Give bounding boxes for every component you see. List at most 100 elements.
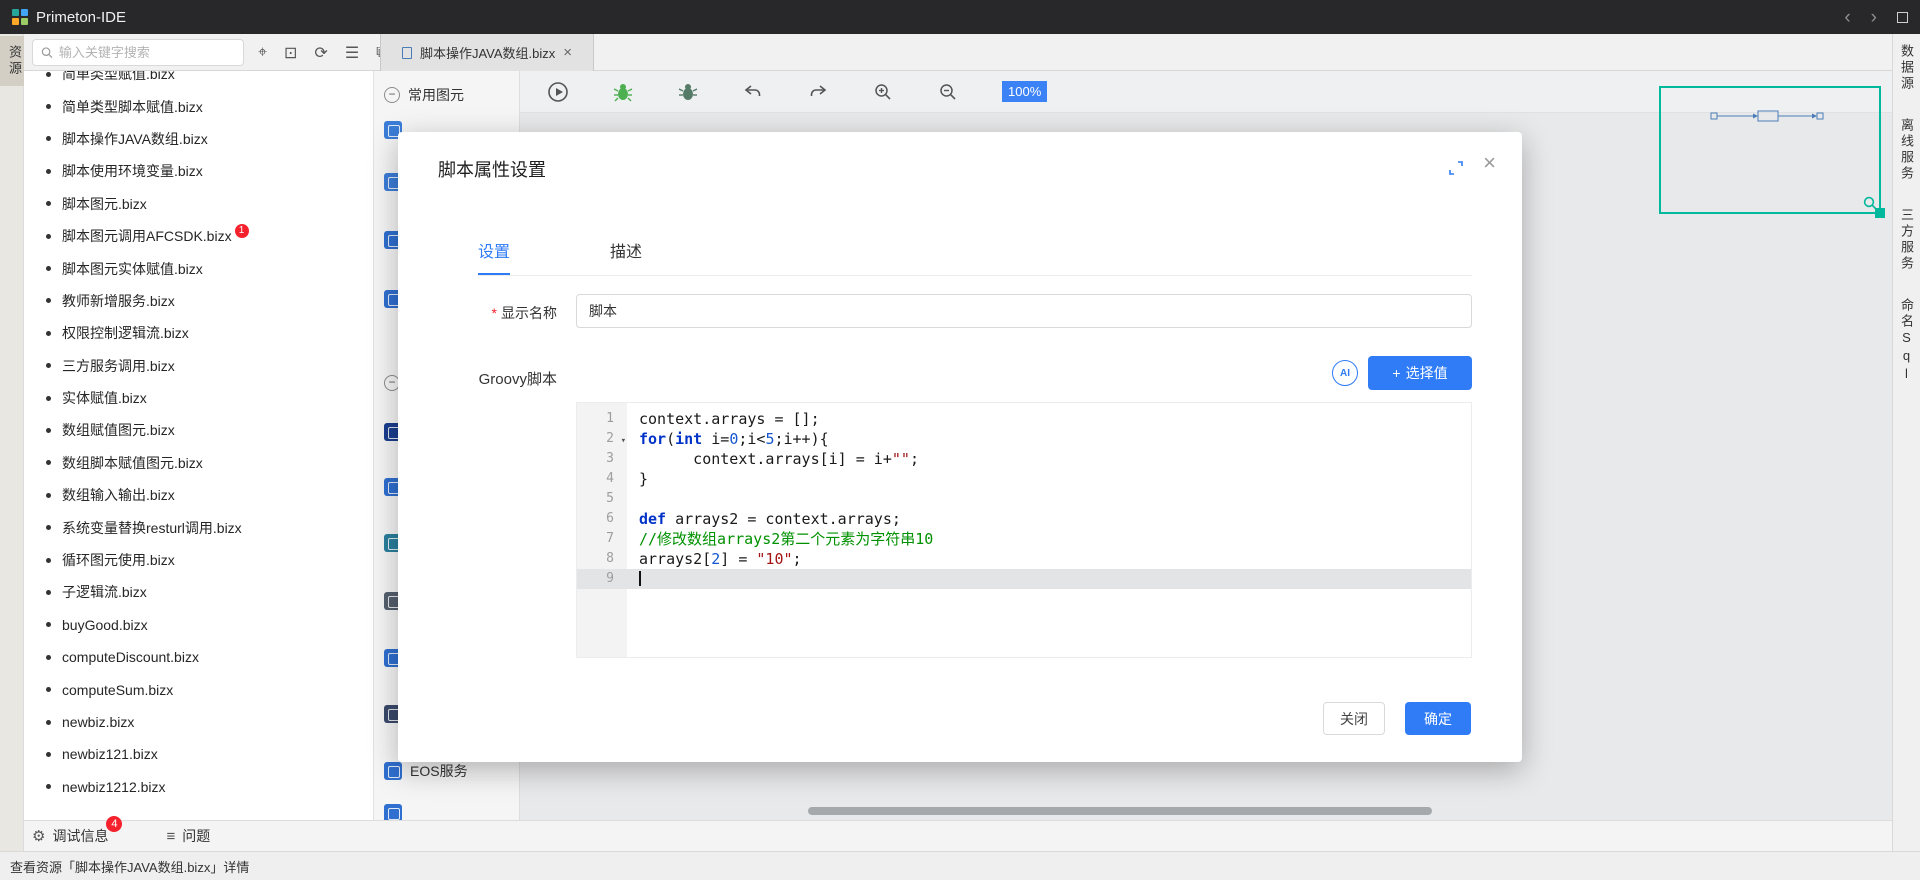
code-line[interactable]: 5 xyxy=(577,489,1471,509)
file-item[interactable]: buyGood.bizx xyxy=(24,609,373,641)
code-line[interactable]: 7 //修改数组arrays2第二个元素为字符串10 xyxy=(577,529,1471,549)
refresh-icon[interactable]: ⟳ xyxy=(314,43,327,63)
file-item[interactable]: 脚本使用环境变量.bizx xyxy=(24,155,373,187)
zoom-level[interactable]: 100% xyxy=(1002,81,1048,102)
titlebar: Primeton-IDE ‹ › xyxy=(0,0,1920,34)
file-item[interactable]: 脚本操作JAVA数组.bizx xyxy=(24,123,373,155)
tab-description[interactable]: 描述 xyxy=(610,238,642,275)
debug-bug-icon[interactable] xyxy=(612,81,634,103)
modal-ok-button[interactable]: 确定 xyxy=(1405,702,1471,735)
bullet-icon xyxy=(46,71,51,77)
file-item[interactable]: newbiz.bizx xyxy=(24,706,373,738)
package-icon[interactable]: ⊡ xyxy=(284,43,297,63)
file-name: 实体赋值.bizx xyxy=(62,390,147,407)
palette-item[interactable] xyxy=(384,801,402,820)
right-rail-item[interactable]: 离线服务 xyxy=(1897,118,1916,182)
nav-back-icon[interactable]: ‹ xyxy=(1844,8,1850,27)
tab-script-java-array[interactable]: 脚本操作JAVA数组.bizx × xyxy=(380,34,594,71)
file-item[interactable]: computeSum.bizx xyxy=(24,673,373,705)
code-line[interactable]: 4} xyxy=(577,469,1471,489)
file-name: newbiz1212.bizx xyxy=(62,778,166,795)
code-line[interactable]: 3 context.arrays[i] = i+""; xyxy=(577,449,1471,469)
file-item[interactable]: 脚本图元调用AFCSDK.bizx 1 xyxy=(24,220,373,252)
file-item[interactable]: 实体赋值.bizx xyxy=(24,382,373,414)
bullet-icon xyxy=(46,751,51,757)
app-logo-icon xyxy=(12,9,28,25)
palette-item[interactable]: EOS服务 xyxy=(384,759,468,783)
file-item[interactable]: 三方服务调用.bizx xyxy=(24,350,373,382)
file-item[interactable]: 数组赋值图元.bizx xyxy=(24,414,373,446)
modal-close-button[interactable]: 关闭 xyxy=(1323,702,1385,735)
search-input[interactable] xyxy=(58,45,235,60)
code-line[interactable]: 8 arrays2[2] = "10"; xyxy=(577,549,1471,569)
tab-issues[interactable]: ≡ 问题 xyxy=(166,826,210,846)
file-item[interactable]: 简单类型赋值.bizx xyxy=(24,71,373,90)
line-number: 3 xyxy=(606,451,614,466)
tab-debug-info[interactable]: ⚙ 调试信息 4 xyxy=(32,816,123,846)
file-list: 简单类型赋值.bizx 简单类型脚本赋值.bizx 脚本操作JAVA数组.bizx 脚… xyxy=(24,71,373,803)
zoom-in-icon[interactable] xyxy=(872,81,894,103)
file-item[interactable]: computeDiscount.bizx xyxy=(24,641,373,673)
bullet-icon xyxy=(46,687,51,693)
fold-icon[interactable]: ▾ xyxy=(621,431,626,451)
zoom-out-icon[interactable] xyxy=(937,81,959,103)
file-item[interactable]: 脚本图元实体赋值.bizx xyxy=(24,252,373,284)
file-name: 脚本图元调用AFCSDK.bizx xyxy=(62,228,232,245)
issues-icon: ≡ xyxy=(166,827,176,845)
bullet-icon xyxy=(46,719,51,725)
right-rail-item[interactable]: 数据源 xyxy=(1897,44,1916,92)
file-item[interactable]: newbiz121.bizx xyxy=(24,738,373,770)
close-icon[interactable]: × xyxy=(1483,150,1496,176)
resource-sidebar: 简单类型赋值.bizx 简单类型脚本赋值.bizx 脚本操作JAVA数组.bizx 脚… xyxy=(24,71,374,820)
file-item[interactable]: 教师新增服务.bizx xyxy=(24,285,373,317)
groovy-code-editor[interactable]: 1 context.arrays = []; 2 ▾ for(int i=0;i<5;i… xyxy=(576,402,1472,658)
file-item[interactable]: 简单类型脚本赋值.bizx xyxy=(24,90,373,122)
display-name-input[interactable] xyxy=(576,294,1472,328)
bullet-icon xyxy=(46,136,51,142)
line-number: 5 xyxy=(606,491,614,506)
debug-settings-icon[interactable] xyxy=(677,81,699,103)
window-restore-icon[interactable] xyxy=(1897,11,1908,23)
tab-close-icon[interactable]: × xyxy=(563,44,572,61)
code-line[interactable]: 9 xyxy=(577,569,1471,589)
file-name: 三方服务调用.bizx xyxy=(62,357,175,374)
search-box[interactable] xyxy=(32,39,244,66)
file-item[interactable]: 脚本图元.bizx xyxy=(24,188,373,220)
file-item[interactable]: 数组脚本赋值图元.bizx xyxy=(24,447,373,479)
undo-icon[interactable] xyxy=(742,81,764,103)
file-name: 系统变量替换resturl调用.bizx xyxy=(62,519,242,536)
nav-forward-icon[interactable]: › xyxy=(1871,8,1877,27)
file-item[interactable]: 循环图元使用.bizx xyxy=(24,544,373,576)
bullet-icon xyxy=(46,654,51,660)
minimap-zoom-icon[interactable] xyxy=(1863,196,1877,210)
file-item[interactable]: newbiz1212.bizx xyxy=(24,771,373,803)
palette-group-header[interactable]: − 常用图元 xyxy=(384,83,464,107)
select-value-button[interactable]: + 选择值 xyxy=(1368,356,1472,390)
palette-node-icon xyxy=(384,804,402,820)
tab-settings[interactable]: 设置 xyxy=(478,238,511,275)
file-name: computeDiscount.bizx xyxy=(62,649,199,666)
right-rail-item[interactable]: 命名Sql xyxy=(1897,298,1916,384)
redo-icon[interactable] xyxy=(807,81,829,103)
locate-icon[interactable]: ⌖ xyxy=(258,44,267,62)
file-item[interactable]: 子逻辑流.bizx xyxy=(24,576,373,608)
file-name: newbiz.bizx xyxy=(62,714,135,730)
horizontal-scrollbar[interactable] xyxy=(808,807,1432,815)
file-name: 数组赋值图元.bizx xyxy=(62,422,175,439)
code-line[interactable]: 2 ▾ for(int i=0;i<5;i++){ xyxy=(577,429,1471,449)
bullet-icon xyxy=(46,298,51,304)
file-item[interactable]: 系统变量替换resturl调用.bizx xyxy=(24,511,373,543)
left-rail-resources[interactable]: 资源 xyxy=(0,36,24,86)
code-line[interactable]: 6 def arrays2 = context.arrays; xyxy=(577,509,1471,529)
code-line[interactable]: 1 context.arrays = []; xyxy=(577,409,1471,429)
right-rail-item[interactable]: 三方服务 xyxy=(1897,208,1916,272)
file-item[interactable]: 数组输入输出.bizx xyxy=(24,479,373,511)
file-name: computeSum.bizx xyxy=(62,681,174,698)
file-item[interactable]: 权限控制逻辑流.bizx xyxy=(24,317,373,349)
ai-assistant-icon[interactable]: AI xyxy=(1332,360,1358,386)
list-icon[interactable]: ☰ xyxy=(345,43,359,63)
collapse-icon[interactable]: − xyxy=(384,87,400,103)
expand-icon[interactable] xyxy=(1448,160,1464,181)
run-icon[interactable] xyxy=(547,81,569,103)
